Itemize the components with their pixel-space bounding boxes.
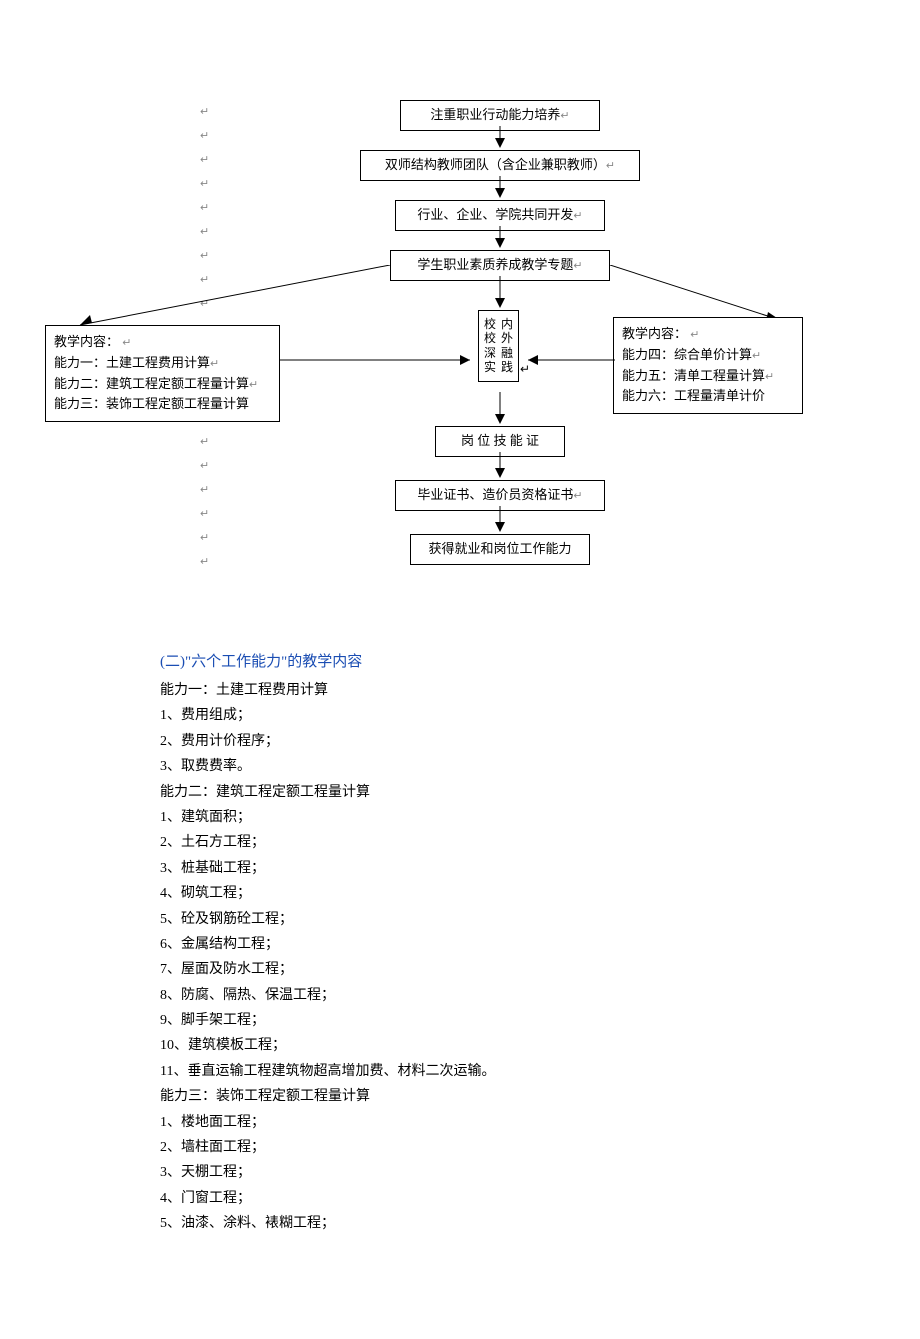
list-item: 6、金属结构工程； [160, 934, 760, 956]
list-item: 8、防腐、隔热、保温工程； [160, 985, 760, 1007]
box-bottom-3: 获得就业和岗位工作能力 [410, 534, 590, 565]
center-col-1: 校校深实 [483, 317, 497, 375]
list-item: 2、费用计价程序； [160, 731, 760, 753]
list-item: 7、屋面及防水工程； [160, 959, 760, 981]
list-item: 1、楼地面工程； [160, 1112, 760, 1134]
list-item: 4、门窗工程； [160, 1188, 760, 1210]
arrow-down-icon [495, 138, 505, 148]
box-bottom-2-text: 毕业证书、造价员资格证书 [417, 487, 573, 502]
list-item: 5、油漆、涂料、裱糊工程； [160, 1213, 760, 1235]
arrow-right-icon [280, 350, 480, 370]
list-item: 2、土石方工程； [160, 832, 760, 854]
right-box-title: 教学内容： ↵ [622, 324, 794, 345]
arrow-down-icon [495, 522, 505, 532]
center-vertical-box: 校校深实 内外融践 ↵ [478, 310, 519, 382]
box-top-3-text: 行业、企业、学院共同开发 [417, 207, 573, 222]
left-box-title: 教学内容： ↵ [54, 332, 271, 353]
list-item: 3、桩基础工程； [160, 858, 760, 880]
connector-line [500, 276, 501, 298]
right-content-box: 教学内容： ↵ 能力四：综合单价计算↵ 能力五：清单工程量计算↵ 能力六：工程量… [613, 317, 803, 414]
list-item: 1、建筑面积； [160, 807, 760, 829]
connector-line [500, 506, 501, 522]
arrow-down-icon [495, 238, 505, 248]
flowchart-diagram: ↵↵↵↵↵↵↵↵↵ ↵↵↵↵↵↵ 注重职业行动能力培养↵ 双师结构教师团队（含企… [200, 100, 800, 630]
connector-line [500, 226, 501, 238]
arrow-left-icon [520, 350, 615, 370]
box-top-4-text: 学生职业素质养成教学专题 [417, 257, 573, 272]
list-item: 2、墙柱面工程； [160, 1137, 760, 1159]
connector-line [500, 176, 501, 188]
left-box-item: 能力二：建筑工程定额工程量计算↵ [54, 374, 271, 395]
groups-container: 能力一：土建工程费用计算 1、费用组成； 2、费用计价程序； 3、取费费率。能力二：建… [160, 680, 760, 1236]
connector-line [500, 126, 501, 138]
text-content: (二)"六个工作能力"的教学内容 能力一：土建工程费用计算 1、费用组成； 2、费用… [160, 650, 760, 1236]
list-item: 3、天棚工程； [160, 1162, 760, 1184]
left-box-item: 能力一：土建工程费用计算↵ [54, 353, 271, 374]
list-item: 11、垂直运输工程建筑物超高增加费、材料二次运输。 [160, 1061, 760, 1083]
right-box-item: 能力四：综合单价计算↵ [622, 345, 794, 366]
ability-title: 能力一：土建工程费用计算 [160, 680, 760, 702]
left-content-box: 教学内容： ↵ 能力一：土建工程费用计算↵ 能力二：建筑工程定额工程量计算↵ 能… [45, 325, 280, 422]
list-item: 4、砌筑工程； [160, 883, 760, 905]
list-item: 10、建筑模板工程； [160, 1035, 760, 1057]
list-item: 9、脚手架工程； [160, 1010, 760, 1032]
list-item: 3、取费费率。 [160, 756, 760, 778]
arrow-down-icon [495, 298, 505, 308]
arrow-down-icon [495, 414, 505, 424]
arrow-down-icon [495, 188, 505, 198]
box-top-2-text: 双师结构教师团队（含企业兼职教师） [385, 157, 606, 172]
ability-title: 能力二：建筑工程定额工程量计算 [160, 782, 760, 804]
ability-title: 能力三：装饰工程定额工程量计算 [160, 1086, 760, 1108]
box-top-1-text: 注重职业行动能力培养 [430, 107, 560, 122]
list-item: 1、费用组成； [160, 705, 760, 727]
arrow-down-icon [495, 468, 505, 478]
center-col-2: 内外融践 [500, 317, 514, 375]
paragraph-marks-2: ↵↵↵↵↵↵ [200, 430, 209, 574]
left-box-item: 能力三：装饰工程定额工程量计算 [54, 394, 271, 415]
right-box-item: 能力六：工程量清单计价 [622, 386, 794, 407]
list-item: 5、砼及钢筋砼工程； [160, 909, 760, 931]
connector-line [500, 392, 501, 414]
connector-line [500, 452, 501, 468]
right-box-item: 能力五：清单工程量计算↵ [622, 366, 794, 387]
section-heading: (二)"六个工作能力"的教学内容 [160, 650, 760, 674]
